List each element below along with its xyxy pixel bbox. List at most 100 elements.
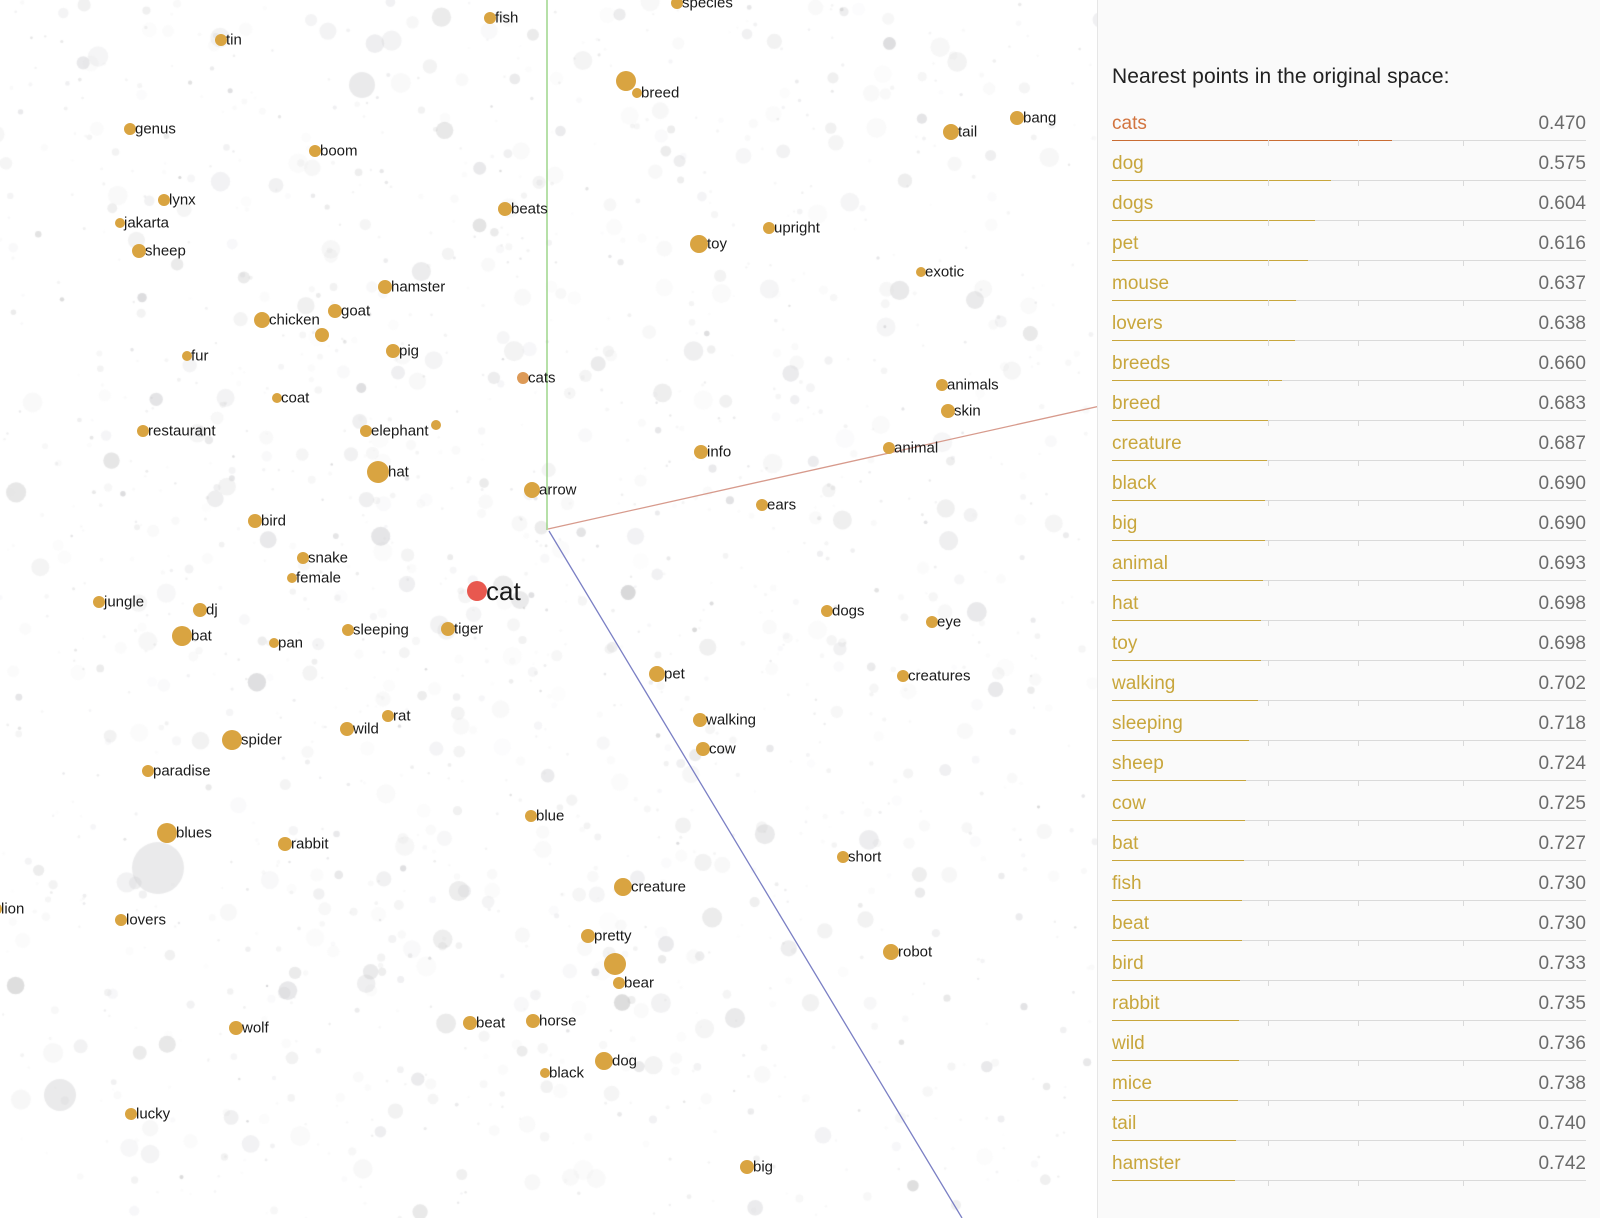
neighbor-row[interactable]: hat 0.698 [1112,591,1586,631]
point-species-dot[interactable] [671,0,683,9]
point-black-dot[interactable] [540,1068,550,1078]
neighbor-word[interactable]: rabbit [1112,994,1160,1013]
neighbor-word[interactable]: dogs [1112,194,1153,213]
point-tin-dot[interactable] [215,34,227,46]
point-selected-cat-dot[interactable] [467,581,487,601]
point-skin-dot[interactable] [941,404,955,418]
neighbor-row[interactable]: creature 0.687 [1112,431,1586,471]
point-genus-dot[interactable] [124,123,136,135]
point-walking-dot[interactable] [693,713,707,727]
point-cats-dot[interactable] [517,372,529,384]
neighbor-row[interactable]: mouse 0.637 [1112,271,1586,311]
point-lovers-dot[interactable] [115,914,127,926]
neighbor-word[interactable]: black [1112,474,1156,493]
point-cow-dot[interactable] [696,742,710,756]
point-chicken-dot[interactable] [254,312,270,328]
neighbor-row[interactable]: bird 0.733 [1112,951,1586,991]
point-breed-dot[interactable] [632,88,642,98]
point-horse-dot[interactable] [526,1014,540,1028]
neighbor-row[interactable]: bat 0.727 [1112,831,1586,871]
neighbor-word[interactable]: beat [1112,914,1149,933]
neighbor-word[interactable]: sheep [1112,754,1164,773]
neighbor-word[interactable]: breeds [1112,354,1170,373]
point-animals-dot[interactable] [936,379,948,391]
neighbor-row[interactable]: wild 0.736 [1112,1031,1586,1071]
neighbor-word[interactable]: fish [1112,874,1142,893]
point-pretty-dot[interactable] [581,929,595,943]
point-tail-dot[interactable] [943,124,959,140]
point-toy-dot[interactable] [690,235,708,253]
point-wild-dot[interactable] [340,722,354,736]
point-arrow-dot[interactable] [524,482,540,498]
neighbor-row[interactable]: dogs 0.604 [1112,191,1586,231]
neighbor-word[interactable]: mice [1112,1074,1152,1093]
point-blue-dot[interactable] [525,810,537,822]
neighbor-row[interactable]: pet 0.616 [1112,231,1586,271]
point-exotic-dot[interactable] [916,267,926,277]
point-big-dot[interactable] [740,1160,754,1174]
neighbor-word[interactable]: pet [1112,234,1138,253]
neighbor-row[interactable]: sleeping 0.718 [1112,711,1586,751]
point-rat-dot[interactable] [382,710,394,722]
neighbor-word[interactable]: dog [1112,154,1144,173]
point-coat-dot[interactable] [272,393,282,403]
point-boom-dot[interactable] [309,145,321,157]
point-lion-dot[interactable] [0,903,2,915]
point-robot-dot[interactable] [883,944,899,960]
point-snake-dot[interactable] [297,552,309,564]
neighbor-row[interactable]: breed 0.683 [1112,391,1586,431]
neighbor-word[interactable]: cats [1112,114,1147,133]
neighbor-word[interactable]: breed [1112,394,1161,413]
point-female-dot[interactable] [287,573,297,583]
neighbor-row[interactable]: breeds 0.660 [1112,351,1586,391]
neighbor-word[interactable]: wild [1112,1034,1145,1053]
neighbor-row[interactable]: hamster 0.742 [1112,1151,1586,1191]
point-sleeping-dot[interactable] [342,624,354,636]
point-lynx-dot[interactable] [158,194,170,206]
point-ears-dot[interactable] [756,499,768,511]
neighbor-row[interactable]: dog 0.575 [1112,151,1586,191]
neighbor-row[interactable]: cow 0.725 [1112,791,1586,831]
point-fish-dot[interactable] [484,12,496,24]
point-hamster-dot[interactable] [378,280,392,294]
point-unlabeled-19-dot[interactable] [315,328,329,342]
point-tiger-dot[interactable] [441,622,455,636]
point-unlabeled-4-dot[interactable] [616,71,636,91]
neighbor-row[interactable]: animal 0.693 [1112,551,1586,591]
point-hat-dot[interactable] [367,461,389,483]
point-beat-dot[interactable] [463,1016,477,1030]
point-pig-dot[interactable] [386,344,400,358]
point-blues-dot[interactable] [157,823,177,843]
neighbor-word[interactable]: toy [1112,634,1137,653]
point-unlabeled-28-dot[interactable] [431,420,441,430]
neighbor-word[interactable]: bird [1112,954,1144,973]
neighbor-word[interactable]: hamster [1112,1154,1181,1173]
point-spider-dot[interactable] [222,730,242,750]
neighbor-word[interactable]: lovers [1112,314,1163,333]
neighbor-word[interactable]: animal [1112,554,1168,573]
neighbor-row[interactable]: mice 0.738 [1112,1071,1586,1111]
point-sheep-dot[interactable] [132,244,146,258]
neighbor-row[interactable]: sheep 0.724 [1112,751,1586,791]
point-goat-dot[interactable] [328,304,342,318]
neighbor-word[interactable]: bat [1112,834,1138,853]
neighbor-word[interactable]: hat [1112,594,1138,613]
point-animal-dot[interactable] [883,442,895,454]
neighbor-word[interactable]: sleeping [1112,714,1183,733]
neighbor-word[interactable]: cow [1112,794,1146,813]
point-beats-dot[interactable] [498,202,512,216]
neighbor-row[interactable]: rabbit 0.735 [1112,991,1586,1031]
point-wolf-dot[interactable] [229,1021,243,1035]
point-restaurant-dot[interactable] [137,425,149,437]
point-bang-dot[interactable] [1010,111,1024,125]
neighbor-row[interactable]: fish 0.730 [1112,871,1586,911]
point-lucky-dot[interactable] [125,1108,137,1120]
neighbor-row[interactable]: cats 0.470 [1112,111,1586,151]
neighbor-row[interactable]: black 0.690 [1112,471,1586,511]
neighbor-row[interactable]: beat 0.730 [1112,911,1586,951]
point-unlabeled-63-dot[interactable] [604,953,626,975]
neighbor-row[interactable]: lovers 0.638 [1112,311,1586,351]
point-rabbit-dot[interactable] [278,837,292,851]
point-jakarta-dot[interactable] [115,218,125,228]
point-paradise-dot[interactable] [142,765,154,777]
